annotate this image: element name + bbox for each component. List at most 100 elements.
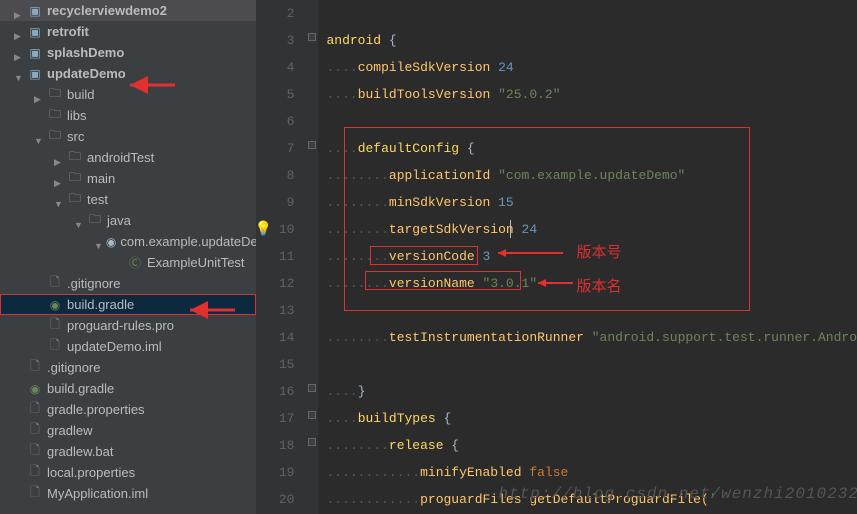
tree-label: test — [87, 192, 108, 207]
tree-updateDemoIml[interactable]: 🗋 updateDemo.iml — [0, 336, 256, 357]
tree-test[interactable]: 🗀 test — [0, 189, 256, 210]
folder-icon: 🗀 — [47, 108, 63, 124]
tree-localProps[interactable]: 🗋 local.properties — [0, 462, 256, 483]
line-num: 12 — [256, 270, 294, 297]
tree-libs[interactable]: 🗀 libs — [0, 105, 256, 126]
project-tree[interactable]: ▣ recyclerviewdemo2 ▣ retrofit ▣ splashD… — [0, 0, 256, 514]
tree-updateDemo[interactable]: ▣ updateDemo — [0, 63, 256, 84]
tree-build[interactable]: 🗀 build — [0, 84, 256, 105]
tree-androidTest[interactable]: 🗀 androidTest — [0, 147, 256, 168]
file-icon: 🗋 — [27, 423, 43, 439]
fold-marker-icon[interactable] — [308, 141, 316, 149]
folder-icon: 🗀 — [67, 150, 83, 166]
line-num: 15 — [256, 351, 294, 378]
line-num: 7 — [256, 135, 294, 162]
tree-proguard[interactable]: 🗋 proguard-rules.pro — [0, 315, 256, 336]
file-icon: 🗋 — [27, 402, 43, 418]
tree-label: updateDemo — [47, 66, 126, 81]
chevron-down-icon[interactable] — [14, 69, 24, 79]
tree-gitignore2[interactable]: 🗋 .gitignore — [0, 357, 256, 378]
chevron-right-icon[interactable] — [34, 90, 44, 100]
class-icon: Ⓒ — [127, 255, 143, 271]
line-num: 19 — [256, 459, 294, 486]
tree-label: gradlew.bat — [47, 444, 114, 459]
fold-column[interactable] — [306, 0, 318, 514]
bulb-icon[interactable]: 💡 — [254, 221, 271, 238]
module-icon: ▣ — [27, 3, 43, 19]
line-num: 2 — [256, 0, 294, 27]
line-num: 8 — [256, 162, 294, 189]
tree-gradleProps[interactable]: 🗋 gradle.properties — [0, 399, 256, 420]
tree-exampleUnitTest[interactable]: Ⓒ ExampleUnitTest — [0, 252, 256, 273]
chevron-down-icon[interactable] — [74, 216, 84, 226]
tree-label: build.gradle — [67, 297, 134, 312]
tree-java[interactable]: 🗀 java — [0, 210, 256, 231]
file-icon: 🗋 — [27, 465, 43, 481]
tree-gradlewBat[interactable]: 🗋 gradlew.bat — [0, 441, 256, 462]
tree-label: androidTest — [87, 150, 154, 165]
code-content[interactable]: android { ....compileSdkVersion 24 ....b… — [318, 0, 857, 514]
tree-src[interactable]: 🗀 src — [0, 126, 256, 147]
gradle-icon: ◉ — [27, 381, 43, 397]
tree-label: .gitignore — [47, 360, 100, 375]
line-num: 9 — [256, 189, 294, 216]
fold-marker-icon[interactable] — [308, 438, 316, 446]
file-icon: 🗋 — [47, 276, 63, 292]
code-editor[interactable]: 2 3 4 5 6 7 8 9 10 11 12 13 14 15 16 17 … — [256, 0, 857, 514]
gradle-icon: ◉ — [47, 297, 63, 313]
tree-pkg[interactable]: ◉ com.example.updateDemo — [0, 231, 256, 252]
line-num: 20 — [256, 486, 294, 513]
file-icon: 🗋 — [47, 339, 63, 355]
tree-gitignore1[interactable]: 🗋 .gitignore — [0, 273, 256, 294]
tree-label: local.properties — [47, 465, 135, 480]
module-icon: ▣ — [27, 45, 43, 61]
tree-label: main — [87, 171, 115, 186]
file-icon: 🗋 — [27, 360, 43, 376]
folder-icon: 🗀 — [67, 171, 83, 187]
tree-label: com.example.updateDemo — [120, 234, 256, 249]
module-icon: ▣ — [27, 66, 43, 82]
fold-marker-icon[interactable] — [308, 33, 316, 41]
chevron-right-icon[interactable] — [14, 27, 24, 37]
chevron-down-icon[interactable] — [94, 237, 103, 247]
line-num: 11 — [256, 243, 294, 270]
tree-buildGradle2[interactable]: ◉ build.gradle — [0, 378, 256, 399]
tree-label: java — [107, 213, 131, 228]
line-num: 17 — [256, 405, 294, 432]
chevron-right-icon[interactable] — [14, 6, 24, 16]
tree-label: splashDemo — [47, 45, 124, 60]
tree-label: MyApplication.iml — [47, 486, 148, 501]
text-caret — [510, 220, 511, 238]
line-num: 4 — [256, 54, 294, 81]
line-num: 14 — [256, 324, 294, 351]
chevron-right-icon[interactable] — [54, 174, 64, 184]
tree-splashDemo[interactable]: ▣ splashDemo — [0, 42, 256, 63]
line-num: 13 — [256, 297, 294, 324]
chevron-right-icon[interactable] — [14, 48, 24, 58]
chevron-down-icon[interactable] — [54, 195, 64, 205]
chevron-right-icon[interactable] — [54, 153, 64, 163]
watermark-text: http://blog.csdn.net/wenzhi20102321 — [498, 485, 857, 503]
module-icon: ▣ — [27, 24, 43, 40]
tree-gradlew[interactable]: 🗋 gradlew — [0, 420, 256, 441]
line-num: 16 — [256, 378, 294, 405]
fold-marker-icon[interactable] — [308, 411, 316, 419]
chevron-down-icon[interactable] — [34, 132, 44, 142]
fold-marker-icon[interactable] — [308, 384, 316, 392]
tree-myAppIml[interactable]: 🗋 MyApplication.iml — [0, 483, 256, 504]
file-icon: 🗋 — [27, 486, 43, 502]
tree-label: retrofit — [47, 24, 89, 39]
tree-main[interactable]: 🗀 main — [0, 168, 256, 189]
tree-label: recyclerviewdemo2 — [47, 3, 167, 18]
tree-buildGradle1[interactable]: ◉ build.gradle — [0, 294, 256, 315]
tree-retrofit[interactable]: ▣ retrofit — [0, 21, 256, 42]
tree-label: libs — [67, 108, 87, 123]
folder-icon: 🗀 — [47, 87, 63, 103]
file-icon: 🗋 — [27, 444, 43, 460]
tree-label: .gitignore — [67, 276, 120, 291]
line-num: 5 — [256, 81, 294, 108]
tree-recyclerviewdemo2[interactable]: ▣ recyclerviewdemo2 — [0, 0, 256, 21]
line-num: 6 — [256, 108, 294, 135]
line-gutter: 2 3 4 5 6 7 8 9 10 11 12 13 14 15 16 17 … — [256, 0, 306, 514]
tree-label: gradle.properties — [47, 402, 145, 417]
